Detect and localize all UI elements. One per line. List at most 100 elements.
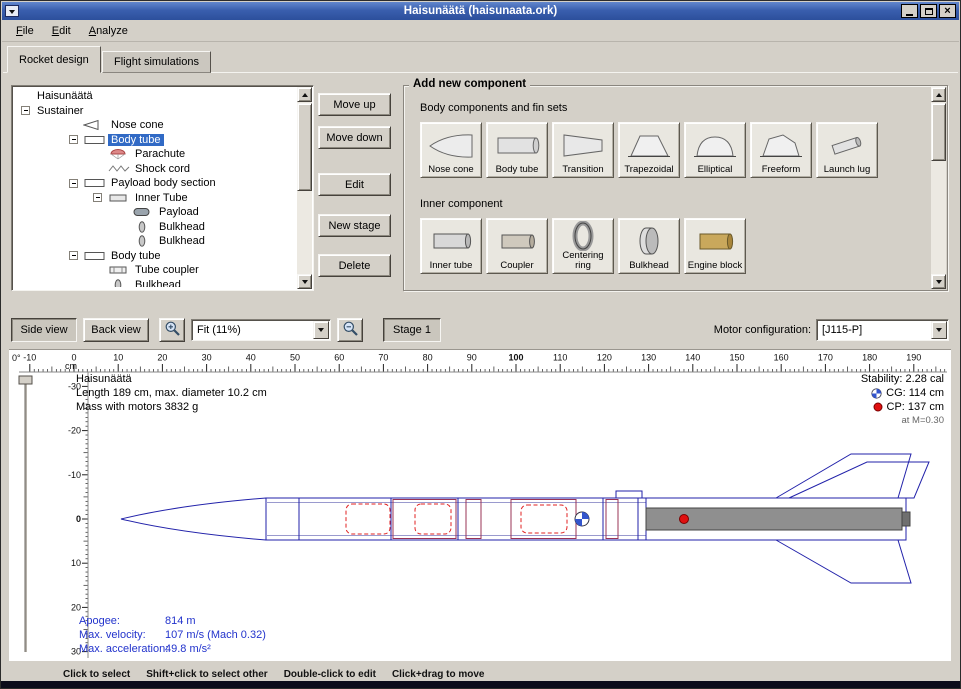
add-engine-block-button[interactable]: Engine block [684,218,746,274]
tab-flight-simulations[interactable]: Flight simulations [102,51,211,73]
tree-item-haisun-t[interactable]: Haisunäätä [15,89,296,104]
palette-button-label: Trapezoidal [624,165,673,175]
tree-item-payload[interactable]: Payload [15,205,296,220]
hint-shift-click-to-select-other: Shift+click to select other [146,669,267,680]
scroll-up-button[interactable] [297,87,312,102]
tree-item-sustainer[interactable]: Sustainer [15,104,296,119]
zoom-in-button[interactable] [159,318,185,342]
tree-action-buttons: Move up Move down Edit New stage Delete [318,85,391,291]
tree-item-label: Shock cord [132,163,193,175]
add-bulkhead-button[interactable]: Bulkhead [618,218,680,274]
window-menu-icon[interactable] [5,5,19,17]
payload-icon [130,206,156,218]
svg-text:160: 160 [774,353,789,363]
edit-button[interactable]: Edit [318,173,391,196]
hint-click-to-select: Click to select [63,669,130,680]
tree-item-tube-coupler[interactable]: Tube coupler [15,263,296,278]
ruler-unit-label: cm [65,361,77,371]
scrollbar-thumb[interactable] [931,103,946,161]
svg-text:150: 150 [729,353,744,363]
tree-item-bulkhead[interactable]: Bulkhead [15,278,296,288]
scrollbar-thumb[interactable] [297,103,312,191]
launch-lug-icon [823,125,871,165]
centering-ring-icon [559,221,607,251]
menu-analyze[interactable]: Analyze [81,23,136,39]
cg-marker [575,512,589,526]
tree-item-nose-cone[interactable]: Nose cone [15,118,296,133]
svg-text:100: 100 [508,353,523,363]
move-down-button[interactable]: Move down [318,126,391,149]
scroll-down-button[interactable] [297,274,312,289]
add-elliptical-button[interactable]: Elliptical [684,122,746,178]
add-launch-lug-button[interactable]: Launch lug [816,122,878,178]
side-view-button[interactable]: Side view [11,318,77,342]
add-trapezoidal-button[interactable]: Trapezoidal [618,122,680,178]
delete-button[interactable]: Delete [318,254,391,277]
motor-configuration-combo[interactable]: [J115-P] [816,319,949,341]
scroll-down-button[interactable] [931,274,946,289]
tree-item-parachute[interactable]: Parachute [15,147,296,162]
elliptical-icon [691,125,739,165]
fin-bottom [776,540,911,583]
nose-cone-icon [82,119,108,131]
palette-row: Nose coneBody tubeTransition Trapezoidal E… [420,122,878,178]
maximize-button[interactable] [920,4,937,18]
scroll-up-button[interactable] [931,87,946,102]
tree-item-payload-body-section[interactable]: Payload body section [15,176,296,191]
add-nose-cone-button[interactable]: Nose cone [420,122,482,178]
svg-text:170: 170 [818,353,833,363]
svg-text:80: 80 [423,353,433,363]
flight-stat-value: 49.8 m/s² [165,642,211,656]
tree-item-bulkhead[interactable]: Bulkhead [15,220,296,235]
zoom-combo[interactable]: Fit (11%) [191,319,331,341]
tree-item-label: Bulkhead [156,235,208,247]
menu-edit[interactable]: Edit [44,23,79,39]
combo-arrow-button[interactable] [931,321,947,339]
inner-tube-icon [427,221,475,261]
tree-item-label: Bulkhead [132,279,184,287]
expander-icon [93,193,106,202]
rocket-outline[interactable] [121,454,929,583]
flight-stat-label: Max. velocity: [79,628,165,642]
palette-button-label: Centering ring [554,251,612,271]
minimize-button[interactable] [901,4,918,18]
back-view-button[interactable]: Back view [83,318,149,342]
rocket-canvas[interactable]: -100102030405060708090100110120130140150… [9,349,951,661]
move-up-button[interactable]: Move up [318,93,391,116]
palette-scrollbar[interactable] [931,87,946,289]
add-transition-button[interactable]: Transition [552,122,614,178]
tree-item-body-tube[interactable]: Body tube [15,249,296,264]
palette-button-label: Launch lug [824,165,870,175]
launch-lug-shape [616,491,642,498]
window-title: Haisunäätä (haisunaata.ork) [2,5,959,17]
rotation-slider-handle[interactable] [19,376,32,384]
stability-value: Stability: 2.28 cal [861,372,944,386]
svg-text:110: 110 [553,353,567,363]
tree-item-shock-cord[interactable]: Shock cord [15,162,296,177]
add-freeform-button[interactable]: Freeform [750,122,812,178]
parachute-icon [106,148,132,160]
arrow-up-icon [302,93,308,97]
combo-arrow-button[interactable] [313,321,329,339]
tree-item-body-tube[interactable]: Body tube [15,133,296,148]
add-coupler-button[interactable]: Coupler [486,218,548,274]
component-tree: HaisunäätäSustainerNose coneBody tubePar… [11,85,314,291]
tree-item-label: Bulkhead [156,221,208,233]
menu-file[interactable]: File [8,23,42,39]
cg-icon [871,388,882,399]
zoom-out-button[interactable] [337,318,363,342]
body-tube-icon [493,125,541,165]
stage-1-button[interactable]: Stage 1 [383,318,441,342]
tree-item-label: Haisunäätä [34,90,96,102]
add-centering-ring-button[interactable]: Centering ring [552,218,614,274]
new-stage-button[interactable]: New stage [318,214,391,237]
tree-item-bulkhead[interactable]: Bulkhead [15,234,296,249]
tree-item-inner-tube[interactable]: Inner Tube [15,191,296,206]
add-inner-tube-button[interactable]: Inner tube [420,218,482,274]
shock-cord-icon [106,163,132,175]
tree-scrollbar[interactable] [297,87,312,289]
add-body-tube-button[interactable]: Body tube [486,122,548,178]
tab-rocket-design[interactable]: Rocket design [7,46,101,73]
svg-text:-20: -20 [68,426,81,436]
close-button[interactable]: × [939,4,956,18]
